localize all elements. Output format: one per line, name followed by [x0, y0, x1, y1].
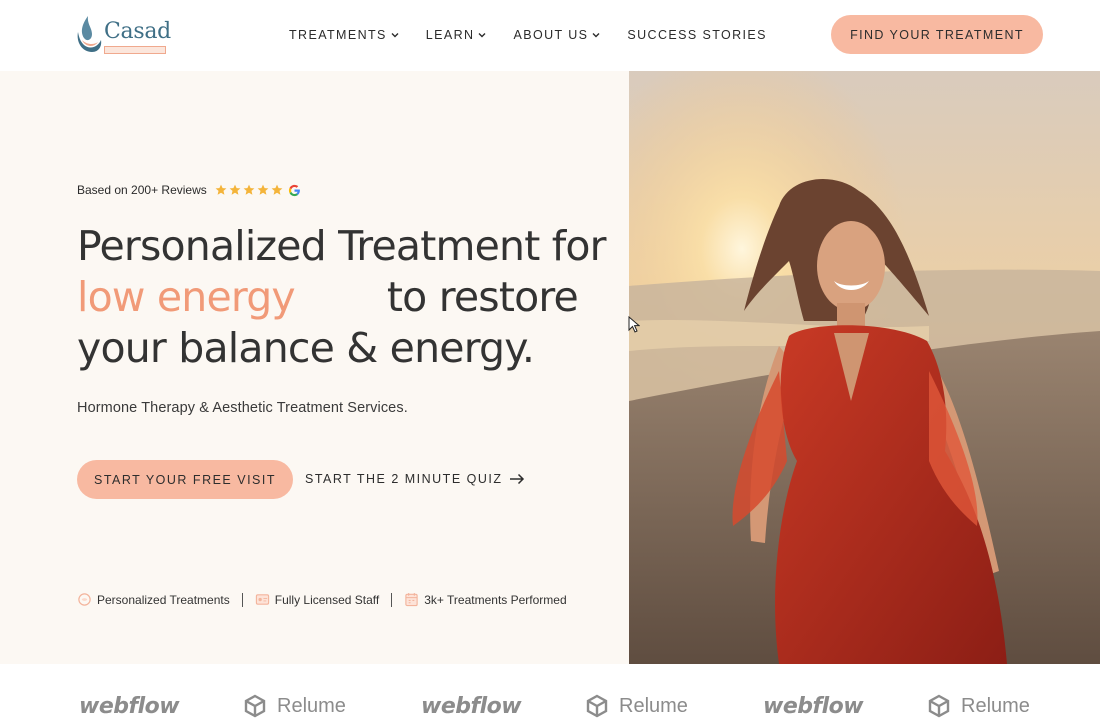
relume-cube-icon	[244, 694, 266, 718]
nav-item-treatments[interactable]: TREATMENTS	[289, 27, 400, 43]
headline-line-2-rest: to restore	[386, 273, 579, 321]
feature-label: 3k+ Treatments Performed	[424, 592, 567, 607]
relume-cube-icon	[928, 694, 950, 718]
brand-name: Relume	[961, 694, 1030, 717]
reviews-badge: Based on 200+ Reviews	[77, 183, 301, 197]
feature-list: Personalized Treatments Fully Licensed S…	[77, 592, 567, 607]
personalized-icon	[78, 593, 91, 606]
star-icon	[271, 184, 283, 195]
main-nav: TREATMENTS LEARN ABOUT US SUCCESS STORIE…	[289, 27, 767, 43]
brand-name: webflow	[763, 694, 864, 719]
logo[interactable]: Casad	[72, 10, 171, 56]
mouse-cursor-icon	[628, 316, 640, 333]
nav-label: LEARN	[425, 28, 475, 42]
nav-item-about-us[interactable]: ABOUT US	[513, 27, 601, 43]
webflow-logo: webflow	[79, 694, 180, 719]
divider	[391, 592, 393, 607]
relume-logo: Relume	[927, 694, 1030, 718]
rating-stars	[215, 184, 283, 196]
start-quiz-link[interactable]: START THE 2 MINUTE QUIZ	[305, 472, 525, 486]
relume-cube-icon	[586, 694, 608, 718]
feature-item: Personalized Treatments	[77, 592, 230, 607]
headline-line-1: Personalized Treatment for	[77, 222, 607, 270]
start-free-visit-button[interactable]: START YOUR FREE VISIT	[77, 460, 293, 499]
star-icon	[243, 184, 255, 195]
feature-item: 3k+ Treatments Performed	[404, 592, 567, 607]
relume-logo: Relume	[243, 694, 346, 718]
site-header: Casad TREATMENTS LEARN ABOUT US SUCCESS …	[0, 0, 1100, 71]
star-icon	[215, 184, 227, 195]
hero-section: Based on 200+ Reviews Personalized Treat…	[0, 71, 1100, 664]
feature-item: Fully Licensed Staff	[255, 592, 380, 607]
chevron-down-icon	[391, 33, 399, 38]
hero-headline: Personalized Treatment for low energy to …	[77, 221, 607, 374]
calendar-icon	[405, 592, 418, 607]
nav-label: SUCCESS STORIES	[627, 28, 767, 42]
divider	[241, 592, 243, 607]
headline-line-2: low energy to restore	[77, 272, 607, 323]
headline-accent: low energy	[77, 273, 296, 321]
hero-subheading: Hormone Therapy & Aesthetic Treatment Se…	[77, 400, 408, 416]
feature-label: Fully Licensed Staff	[274, 592, 380, 607]
nav-label: ABOUT US	[513, 28, 589, 42]
brand-name: Relume	[619, 694, 688, 717]
start-quiz-label: START THE 2 MINUTE QUIZ	[305, 472, 503, 486]
hero-content: Based on 200+ Reviews Personalized Treat…	[0, 71, 629, 664]
relume-logo: Relume	[585, 694, 688, 718]
star-icon	[257, 184, 269, 195]
brand-name: webflow	[79, 694, 180, 719]
star-icon	[229, 184, 241, 195]
logo-underline	[104, 46, 166, 54]
partner-logos: webflow Relume webflow Relume webflow Re…	[0, 664, 1100, 720]
feature-label: Personalized Treatments	[97, 592, 230, 607]
find-treatment-button[interactable]: FIND YOUR TREATMENT	[831, 15, 1043, 54]
brand-name: webflow	[421, 694, 522, 719]
nav-item-success-stories[interactable]: SUCCESS STORIES	[627, 27, 767, 43]
google-icon	[288, 184, 300, 196]
chevron-down-icon	[478, 33, 486, 38]
arrow-right-icon	[510, 473, 525, 485]
headline-line-3: your balance & energy.	[77, 324, 535, 372]
reviews-text: Based on 200+ Reviews	[77, 183, 207, 197]
brand-name: Relume	[277, 694, 346, 717]
webflow-logo: webflow	[421, 694, 522, 719]
webflow-logo: webflow	[763, 694, 864, 719]
beach-woman-image	[629, 71, 1100, 664]
license-icon	[255, 594, 269, 605]
logo-text: Casad	[104, 19, 171, 44]
logo-mark-icon	[77, 16, 102, 52]
nav-item-learn[interactable]: LEARN	[426, 27, 488, 43]
nav-label: TREATMENTS	[289, 28, 387, 42]
hero-photo	[629, 71, 1100, 664]
chevron-down-icon	[592, 33, 600, 38]
